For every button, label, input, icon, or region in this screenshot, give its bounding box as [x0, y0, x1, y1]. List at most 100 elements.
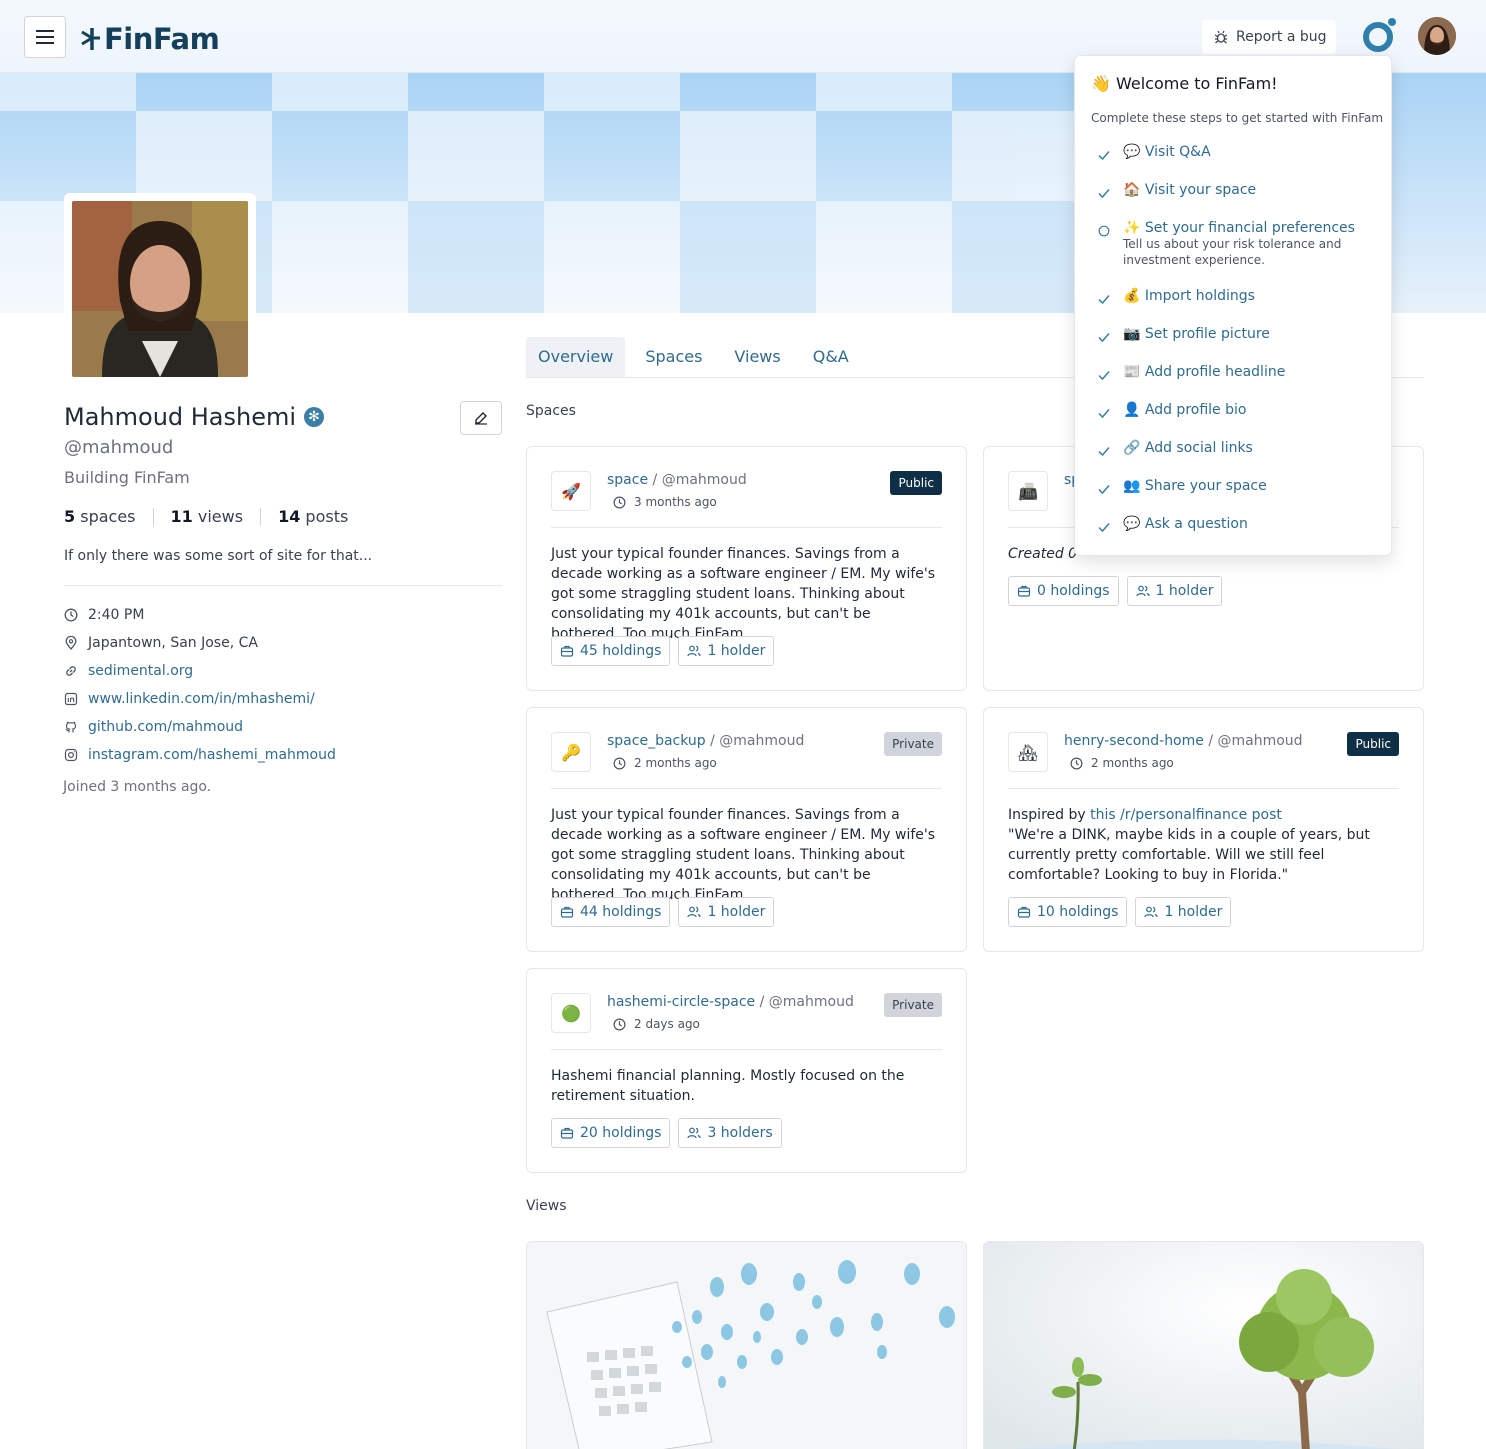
- space-emoji-icon: 📠: [1008, 471, 1048, 511]
- space-name-link[interactable]: space: [607, 472, 648, 488]
- tab-spaces[interactable]: Spaces: [633, 337, 714, 377]
- website-link[interactable]: sedimental.org: [64, 657, 336, 685]
- space-updated: 3 months ago: [613, 495, 717, 509]
- holders-chip[interactable]: 3 holders: [678, 1118, 782, 1148]
- space-card[interactable]: 🔑 space_backup / @mahmoud 2 months ago P…: [526, 707, 967, 952]
- briefcase-icon: [1017, 585, 1031, 597]
- onboarding-step[interactable]: 🔗 Add social links: [1097, 440, 1253, 458]
- view-card[interactable]: [983, 1241, 1424, 1449]
- space-updated: 2 months ago: [613, 756, 717, 770]
- onboarding-step[interactable]: ✨ Set your financial preferences Tell us…: [1097, 220, 1355, 268]
- tab-views[interactable]: Views: [722, 337, 792, 377]
- onboarding-step-description: Tell us about your risk tolerance and in…: [1123, 237, 1342, 267]
- holdings-chip[interactable]: 44 holdings: [551, 897, 671, 927]
- edit-profile-button[interactable]: [460, 401, 502, 435]
- tab-qa[interactable]: Q&A: [801, 337, 861, 377]
- stat-posts[interactable]: 14 posts: [278, 507, 348, 526]
- users-icon: [687, 645, 702, 657]
- growing-tree-image: [984, 1242, 1423, 1449]
- user-avatar[interactable]: [1418, 17, 1456, 55]
- onboarding-step[interactable]: 📷 Set profile picture: [1097, 326, 1270, 344]
- space-emoji-icon: 🟢: [551, 993, 591, 1033]
- space-card[interactable]: 🚀 space / @mahmoud 3 months ago Public J…: [526, 446, 967, 691]
- holders-count: 1 holder: [1164, 904, 1223, 920]
- check-icon: [1097, 330, 1111, 344]
- space-chips: 45 holdings 1 holder: [551, 636, 775, 666]
- report-bug-button[interactable]: Report a bug: [1202, 20, 1336, 54]
- space-description: Just your typical founder finances. Savi…: [551, 546, 936, 642]
- profile-picture[interactable]: [72, 201, 248, 377]
- onboarding-step[interactable]: 👤 Add profile bio: [1097, 402, 1246, 420]
- holders-chip[interactable]: 1 holder: [1126, 576, 1223, 606]
- holders-count: 1 holder: [707, 904, 766, 920]
- location-text: Japantown, San Jose, CA: [88, 635, 258, 651]
- holdings-chip[interactable]: 20 holdings: [551, 1118, 671, 1148]
- finfam-logo[interactable]: FinFam: [80, 20, 220, 58]
- visibility-badge: Private: [884, 993, 942, 1017]
- briefcase-icon: [560, 906, 574, 918]
- space-owner: / @mahmoud: [755, 994, 854, 1010]
- onboarding-step[interactable]: 💬 Visit Q&A: [1097, 144, 1211, 162]
- view-card[interactable]: [526, 1241, 967, 1449]
- onboarding-step-label: 🔗 Add social links: [1123, 440, 1253, 456]
- github-icon: [64, 720, 78, 734]
- clock-icon: [613, 496, 626, 508]
- check-icon: [1097, 482, 1111, 496]
- space-updated-text: 2 months ago: [634, 756, 717, 770]
- space-name-link[interactable]: henry-second-home: [1064, 733, 1204, 749]
- github-link[interactable]: github.com/mahmoud: [64, 713, 336, 741]
- onboarding-step-label: 👤 Add profile bio: [1123, 402, 1247, 418]
- hamburger-menu-button[interactable]: [24, 16, 66, 58]
- linkedin-link[interactable]: www.linkedin.com/in/mhashemi/: [64, 685, 336, 713]
- space-description: Inspired by this /r/personalfinance post…: [1008, 805, 1399, 885]
- holdings-chip[interactable]: 45 holdings: [551, 636, 671, 666]
- check-icon: [1097, 368, 1111, 382]
- logo-mark-icon: [81, 28, 100, 50]
- onboarding-step[interactable]: 💬 Ask a question: [1097, 516, 1248, 534]
- holdings-chip[interactable]: 10 holdings: [1008, 897, 1128, 927]
- space-card[interactable]: 🏘 henry-second-home / @mahmoud 2 months …: [983, 707, 1424, 952]
- incomplete-circle-icon: [1097, 224, 1111, 238]
- github-text: github.com/mahmoud: [88, 719, 244, 735]
- map-pin-icon: [64, 636, 78, 650]
- edit-icon: [475, 412, 487, 425]
- onboarding-step-label: 📰 Add profile headline: [1123, 364, 1286, 380]
- stat-views[interactable]: 11 views: [171, 507, 244, 526]
- users-icon: [1144, 906, 1159, 918]
- onboarding-step[interactable]: 👥 Share your space: [1097, 478, 1267, 496]
- check-icon: [1097, 444, 1111, 458]
- space-updated-text: 2 days ago: [634, 1017, 700, 1031]
- website-text: sedimental.org: [88, 663, 194, 679]
- onboarding-step-content: ✨ Set your financial preferences Tell us…: [1123, 220, 1355, 268]
- notifications-icon[interactable]: [1360, 16, 1400, 56]
- clock-icon: [1070, 757, 1083, 769]
- description-quote: "We're a DINK, maybe kids in a couple of…: [1008, 827, 1370, 883]
- space-name-link[interactable]: hashemi-circle-space: [607, 994, 755, 1010]
- linkedin-text: www.linkedin.com/in/mhashemi/: [88, 691, 315, 707]
- onboarding-step[interactable]: 💰 Import holdings: [1097, 288, 1255, 306]
- check-icon: [1097, 292, 1111, 306]
- space-name-link[interactable]: space_backup: [607, 733, 706, 749]
- space-emoji-icon: 🚀: [551, 471, 591, 511]
- check-icon: [1097, 148, 1111, 162]
- holdings-chip[interactable]: 0 holdings: [1008, 576, 1119, 606]
- holders-chip[interactable]: 1 holder: [1135, 897, 1232, 927]
- location: Japantown, San Jose, CA: [64, 629, 336, 657]
- space-title: hashemi-circle-space / @mahmoud: [607, 994, 854, 1010]
- stat-spaces[interactable]: 5 spaces: [64, 507, 136, 526]
- description-prefix: Inspired by: [1008, 807, 1091, 823]
- onboarding-step-label: 💬 Ask a question: [1123, 516, 1248, 532]
- onboarding-step-label: 🏠 Visit your space: [1123, 182, 1257, 198]
- instagram-link[interactable]: instagram.com/hashemi_mahmoud: [64, 741, 336, 769]
- space-updated: 2 months ago: [1070, 756, 1174, 770]
- holders-chip[interactable]: 1 holder: [678, 636, 775, 666]
- holders-chip[interactable]: 1 holder: [678, 897, 775, 927]
- onboarding-step[interactable]: 📰 Add profile headline: [1097, 364, 1285, 382]
- profile-divider: [64, 585, 502, 586]
- tab-overview[interactable]: Overview: [526, 337, 626, 377]
- onboarding-title: 👋 Welcome to FinFam!: [1091, 74, 1278, 93]
- linkedin-icon: [64, 692, 78, 706]
- onboarding-step[interactable]: 🏠 Visit your space: [1097, 182, 1256, 200]
- space-card[interactable]: 🟢 hashemi-circle-space / @mahmoud 2 days…: [526, 968, 967, 1173]
- reddit-post-link[interactable]: this /r/personalfinance post: [1090, 807, 1282, 823]
